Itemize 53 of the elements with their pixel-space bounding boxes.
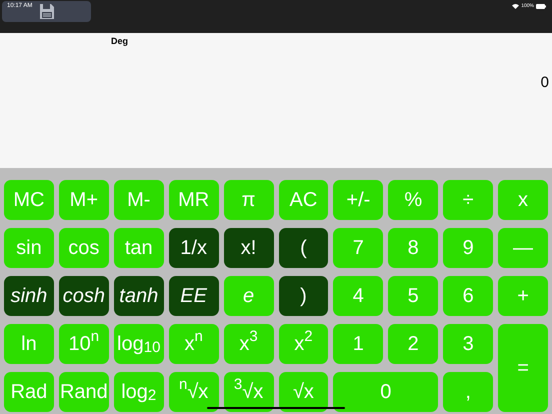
calculator-key[interactable]: sin: [4, 228, 54, 268]
calculator-key[interactable]: M+: [58, 180, 109, 220]
calculator-key[interactable]: Rand: [58, 372, 109, 412]
calculator-key[interactable]: MR: [168, 180, 219, 220]
display-value: 0: [540, 73, 549, 93]
calculator-key[interactable]: +: [498, 276, 548, 316]
calculator-key[interactable]: =: [498, 324, 548, 412]
calculator-key[interactable]: (: [278, 228, 328, 268]
calculator-key[interactable]: x: [498, 180, 548, 220]
calculator-key[interactable]: 1: [333, 324, 384, 364]
calculator-key[interactable]: 5: [388, 276, 438, 316]
calculator-key[interactable]: 1/x: [168, 228, 219, 268]
angle-mode-label: Deg: [111, 35, 128, 48]
calculator-key[interactable]: AC: [278, 180, 328, 220]
calculator-key[interactable]: $^{3}$√x: [224, 372, 274, 412]
calculator-key[interactable]: ÷: [443, 180, 494, 220]
battery-icon: [536, 4, 546, 10]
save-button[interactable]: [2, 1, 91, 22]
calculator-key[interactable]: sinh: [4, 276, 54, 316]
calculator-key[interactable]: tan: [114, 228, 164, 268]
calculator-key[interactable]: EE: [168, 276, 219, 316]
calculator-key[interactable]: x$^{3}$: [224, 324, 274, 364]
calculator-key[interactable]: tanh: [114, 276, 164, 316]
calculator-key[interactable]: 4: [333, 276, 384, 316]
calculator-key[interactable]: 7: [333, 228, 384, 268]
calculator-key[interactable]: M-: [114, 180, 164, 220]
calculator-key[interactable]: ,: [443, 372, 494, 412]
calculator-key[interactable]: 10$^{n}$: [58, 324, 109, 364]
calculator-key[interactable]: ): [278, 276, 328, 316]
wifi-icon: [512, 4, 520, 10]
calculator-key[interactable]: $^{n}$√x: [168, 372, 219, 412]
calculator-key[interactable]: log$_{2}$: [114, 372, 164, 412]
calculator-key[interactable]: 0: [333, 372, 438, 412]
calculator-key[interactable]: MC: [4, 180, 54, 220]
calculator-key[interactable]: —: [498, 228, 548, 268]
calculator-key[interactable]: 3: [443, 324, 494, 364]
calculator-key[interactable]: x$^{2}$: [278, 324, 328, 364]
calculator-key[interactable]: 8: [388, 228, 438, 268]
calculator-key[interactable]: ln: [4, 324, 54, 364]
calculator-key[interactable]: +/-: [333, 180, 384, 220]
calculator-key[interactable]: 2: [388, 324, 438, 364]
calculator-key[interactable]: %: [388, 180, 438, 220]
calculator-key[interactable]: cos: [58, 228, 109, 268]
calculator-key[interactable]: e: [224, 276, 274, 316]
calculator-key[interactable]: 9: [443, 228, 494, 268]
calculator-key[interactable]: cosh: [58, 276, 109, 316]
calculator-key[interactable]: x$^{n}$: [168, 324, 219, 364]
calculator-key[interactable]: √x: [278, 372, 328, 412]
calculator-key[interactable]: x!: [224, 228, 274, 268]
calculator-key[interactable]: 6: [443, 276, 494, 316]
calculator-key[interactable]: π: [224, 180, 274, 220]
calculator-key[interactable]: log$_{10}$: [114, 324, 164, 364]
calculator-key[interactable]: Rad: [4, 372, 54, 412]
